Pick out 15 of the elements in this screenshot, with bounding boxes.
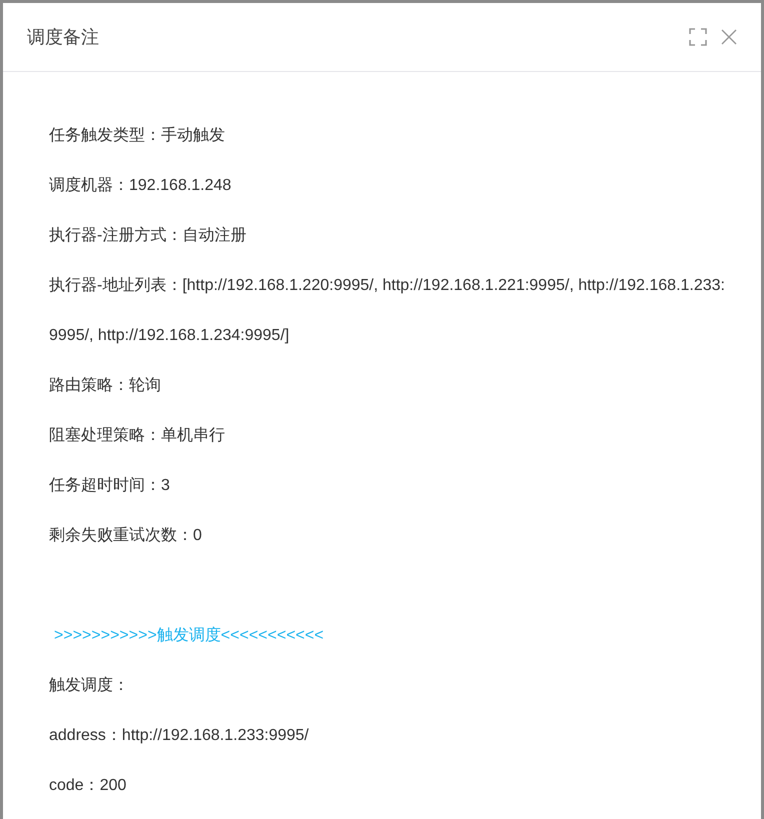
- info-line: 任务触发类型：手动触发: [49, 126, 226, 146]
- dialog-title: 调度备注: [27, 26, 100, 49]
- info-line: address：http://192.168.1.233:9995/: [49, 726, 310, 746]
- info-line: 任务超时时间：3: [49, 476, 171, 496]
- info-line: 执行器-注册方式：自动注册: [49, 226, 248, 246]
- info-line: 剩余失败重试次数：0: [49, 526, 203, 546]
- info-line: 执行器-地址列表：[http://192.168.1.220:9995/, http://192.168.1.221:9995/, http://192.168.1.233:9995/, http://192.168.1.234:9995/]: [49, 276, 726, 346]
- section-heading: >>>>>>>>>>>触发调度<<<<<<<<<<<: [53, 626, 325, 646]
- info-line: 调度机器：192.168.1.248: [49, 176, 232, 196]
- close-icon[interactable]: [721, 29, 737, 45]
- info-line: code：200: [49, 776, 128, 796]
- fullscreen-icon[interactable]: [689, 28, 707, 46]
- info-line: 触发调度：: [49, 676, 130, 696]
- info-line: 路由策略：轮询: [49, 376, 162, 396]
- info-line: 阻塞处理策略：单机串行: [49, 426, 226, 446]
